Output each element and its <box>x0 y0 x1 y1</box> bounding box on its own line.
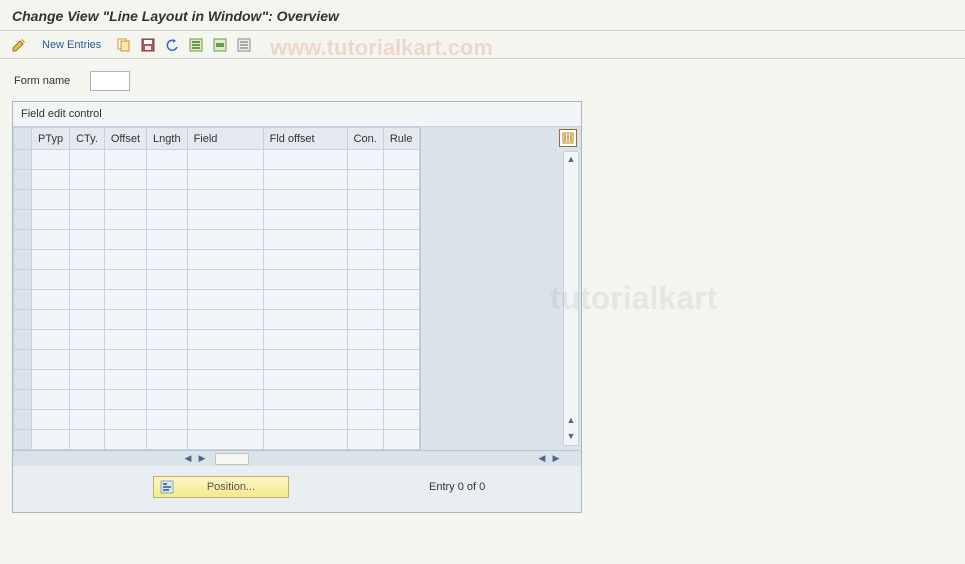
table-row[interactable] <box>14 350 420 370</box>
form-name-row: Form name <box>0 59 965 101</box>
copy-icon[interactable] <box>115 36 133 54</box>
scroll-left-icon[interactable]: ◀ <box>181 452 195 466</box>
entry-count: Entry 0 of 0 <box>429 481 485 493</box>
scroll-right2-icon[interactable]: ▶ <box>549 452 563 466</box>
table-row[interactable] <box>14 330 420 350</box>
col-length[interactable]: Lngth <box>147 128 188 150</box>
table-row[interactable] <box>14 390 420 410</box>
col-con[interactable]: Con. <box>347 128 383 150</box>
edit-icon[interactable] <box>10 36 28 54</box>
scroll-up2-icon[interactable]: ▲ <box>564 413 578 427</box>
table-row[interactable] <box>14 310 420 330</box>
position-icon <box>160 480 174 494</box>
table-settings-icon[interactable] <box>559 129 577 147</box>
table-row[interactable] <box>14 230 420 250</box>
panel-footer: Position... Entry 0 of 0 <box>13 466 581 512</box>
col-ptyp[interactable]: PTyp <box>32 128 70 150</box>
table-row[interactable] <box>14 270 420 290</box>
scroll-left2-icon[interactable]: ◀ <box>535 452 549 466</box>
deselect-icon[interactable] <box>235 36 253 54</box>
horizontal-scrollbar[interactable]: ◀ ▶ ◀ ▶ <box>13 450 581 466</box>
grid-table: PTyp CTy. Offset Lngth Field Fld offset … <box>13 127 420 450</box>
form-name-input[interactable] <box>90 71 130 91</box>
table-row[interactable] <box>14 430 420 450</box>
table-row[interactable] <box>14 210 420 230</box>
col-cty[interactable]: CTy. <box>70 128 105 150</box>
col-field[interactable]: Field <box>187 128 263 150</box>
field-edit-control-panel: Field edit control PTyp CTy. Offset Lngt… <box>12 101 582 513</box>
table-row[interactable] <box>14 290 420 310</box>
scroll-right-icon[interactable]: ▶ <box>195 452 209 466</box>
col-offset[interactable]: Offset <box>104 128 146 150</box>
table-row[interactable] <box>14 410 420 430</box>
scroll-up-icon[interactable]: ▲ <box>564 152 578 166</box>
col-fld-offset[interactable]: Fld offset <box>263 128 347 150</box>
page-title: Change View "Line Layout in Window": Ove… <box>0 0 965 31</box>
table-row[interactable] <box>14 150 420 170</box>
scroll-thumb[interactable] <box>215 453 249 465</box>
save-icon[interactable] <box>139 36 157 54</box>
table-row[interactable] <box>14 370 420 390</box>
grid-wrapper: PTyp CTy. Offset Lngth Field Fld offset … <box>13 127 581 450</box>
scroll-down-icon[interactable]: ▼ <box>564 429 578 443</box>
form-name-label: Form name <box>14 75 70 87</box>
select-all-icon[interactable] <box>187 36 205 54</box>
position-label: Position... <box>180 481 282 493</box>
toolbar: New Entries <box>0 31 965 59</box>
col-rule[interactable]: Rule <box>383 128 419 150</box>
undo-icon[interactable] <box>163 36 181 54</box>
new-entries-button[interactable]: New Entries <box>34 39 109 51</box>
table-row[interactable] <box>14 250 420 270</box>
position-button[interactable]: Position... <box>153 476 289 498</box>
vertical-scrollbar[interactable]: ▲ ▲ ▼ <box>563 151 579 446</box>
table-row[interactable] <box>14 170 420 190</box>
grid-gutter: ▲ ▲ ▼ <box>420 127 581 450</box>
table-row[interactable] <box>14 190 420 210</box>
select-block-icon[interactable] <box>211 36 229 54</box>
select-header[interactable] <box>14 128 32 150</box>
panel-header: Field edit control <box>13 102 581 127</box>
